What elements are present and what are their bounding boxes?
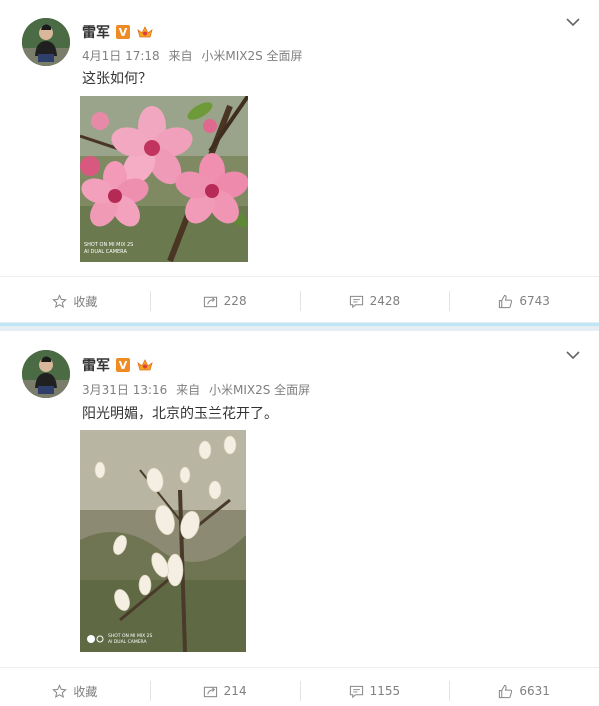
favorite-button[interactable]: 收藏 [0,287,150,315]
user-name[interactable]: 雷军 [82,22,110,42]
post-source[interactable]: 小米MIX2S 全面屏 [201,49,302,63]
comment-button[interactable]: 1155 [299,677,450,705]
photo-watermark-line: SHOT ON MI MIX 2S [108,633,153,639]
repost-button[interactable]: 214 [149,677,300,705]
post-text: 这张如何？ [82,71,152,87]
chevron-down-icon[interactable] [565,349,581,361]
like-count: 6631 [519,684,550,698]
photo-watermark-line: AI DUAL CAMERA [84,249,127,255]
source-prefix: 来自 [176,383,201,397]
name-row: 雷军 V [82,22,154,42]
favorite-label: 收藏 [73,294,98,309]
post-time[interactable]: 4月1日 17:18 [82,49,160,63]
action-bar: 收藏 228 2428 6743 [0,287,599,315]
verified-badge: V [116,358,130,372]
repost-icon [203,686,217,697]
like-button[interactable]: 6631 [449,677,599,705]
post-photo[interactable]: SHOT ON MI MIX 2S AI DUAL CAMERA [80,96,248,262]
post-meta: 3月31日 13:16 来自 小米MIX2S 全面屏 [82,381,315,398]
action-bar: 收藏 214 1155 6631 [0,677,599,705]
comment-count: 1155 [369,684,401,698]
vip-crown-icon[interactable] [136,357,154,373]
thumbs-up-icon [499,684,513,698]
comment-icon [349,685,363,698]
avatar[interactable] [22,350,70,398]
photo-watermark-line: AI DUAL CAMERA [108,639,148,645]
repost-icon [203,296,217,307]
repost-button[interactable]: 228 [149,287,300,315]
like-count: 6743 [519,294,550,308]
repost-count: 228 [223,294,247,308]
comment-icon [349,295,363,308]
verified-badge: V [116,25,130,39]
favorite-button[interactable]: 收藏 [0,677,150,705]
feed-separator [0,322,599,331]
thumbs-up-icon [499,294,513,308]
vip-crown-icon[interactable] [136,24,154,40]
comment-button[interactable]: 2428 [299,287,450,315]
photo-watermark-line: SHOT ON MI MIX 2S [84,242,133,248]
comment-count: 2428 [369,294,401,308]
avatar[interactable] [22,18,70,66]
post-text: 阳光明媚，北京的玉兰花开了。 [82,406,278,422]
repost-count: 214 [223,684,247,698]
feed-card: 雷军 V 4月1日 17:18 来自 小米MIX2S 全面屏 这张如何？ SHO… [0,0,599,322]
divider [0,667,599,668]
post-photo[interactable]: SHOT ON MI MIX 2S AI DUAL CAMERA [80,430,246,652]
favorite-label: 收藏 [73,684,98,699]
user-name[interactable]: 雷军 [82,355,110,375]
star-icon [52,293,68,308]
divider [0,276,599,277]
feed-card: 雷军 V 3月31日 13:16 来自 小米MIX2S 全面屏 阳光明媚，北京的… [0,331,599,706]
post-meta: 4月1日 17:18 来自 小米MIX2S 全面屏 [82,47,308,64]
star-icon [52,683,68,698]
post-time[interactable]: 3月31日 13:16 [82,383,167,397]
post-source[interactable]: 小米MIX2S 全面屏 [209,383,310,397]
chevron-down-icon[interactable] [565,16,581,28]
name-row: 雷军 V [82,355,154,375]
like-button[interactable]: 6743 [449,287,599,315]
source-prefix: 来自 [168,49,193,63]
